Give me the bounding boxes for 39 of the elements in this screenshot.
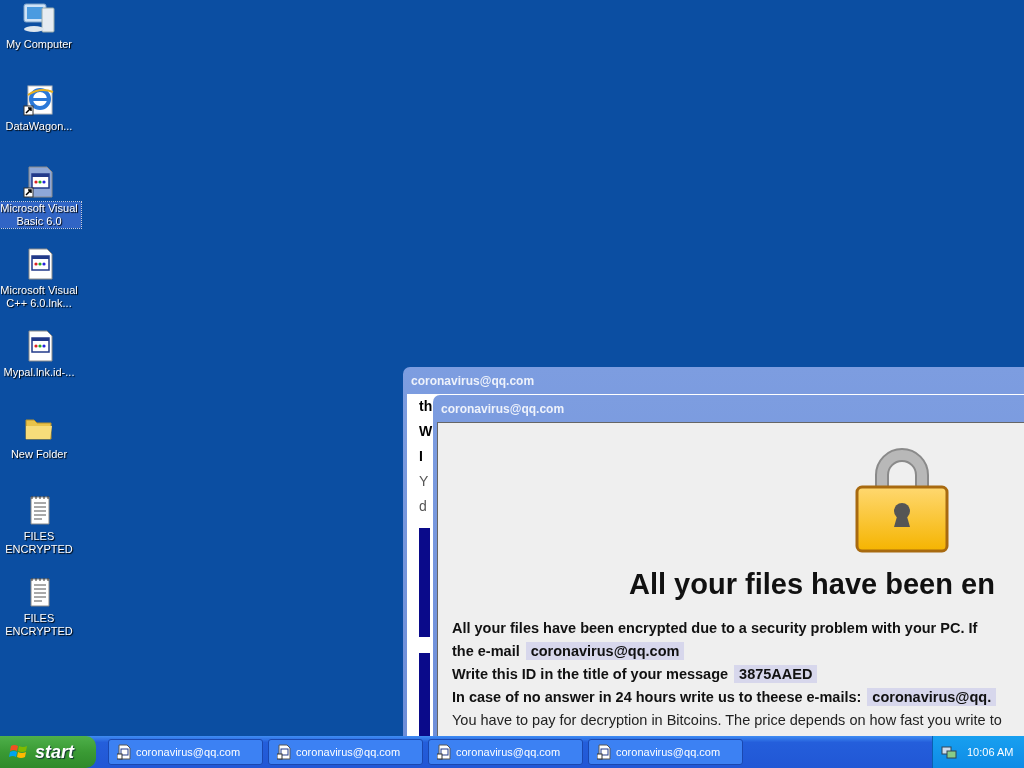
desktop-icon-label[interactable]: Mypal.lnk.id-... <box>0 366 81 379</box>
desktop-icon-label[interactable]: Microsoft Visual C++ 6.0.lnk... <box>0 284 81 310</box>
note-text: th <box>419 397 433 416</box>
ransom-message: In case of no answer in 24 hours write us to theese e-mails: <box>452 689 862 705</box>
ransom-heading: All your files have been en <box>629 568 995 601</box>
windows-flag-icon <box>9 743 29 761</box>
desktop-icon-label[interactable]: My Computer <box>0 38 81 51</box>
ransom-message: All your files have been encrypted due to a security problem with your PC. If <box>452 620 978 636</box>
taskbar-button[interactable]: coronavirus@qq.com <box>588 739 743 765</box>
highlighted-value: coronavirus@qq.com <box>525 642 685 660</box>
note-text: W <box>419 422 433 441</box>
note-text: d <box>419 497 427 516</box>
computer-icon[interactable] <box>22 2 56 34</box>
note-text: I <box>419 447 423 466</box>
ransom-message: You have to pay for decryption in Bitcoins. The price depends on how fast you write to <box>452 712 1002 728</box>
taskbar-button[interactable]: coronavirus@qq.com <box>268 739 423 765</box>
ransom-message: Write this ID in the title of your message <box>452 666 729 682</box>
program-icon <box>277 744 291 760</box>
program-icon <box>597 744 611 760</box>
start-button[interactable]: start <box>0 736 96 768</box>
desktop-icon-label[interactable]: Microsoft Visual Basic 6.0 <box>0 202 81 228</box>
ransom-message: the e-mail <box>452 643 520 659</box>
browser-shortcut-icon[interactable] <box>22 84 56 116</box>
network-icon[interactable] <box>941 744 957 760</box>
window-title: coronavirus@qq.com <box>411 373 535 388</box>
highlighted-value: coronavirus@qq. <box>867 688 997 706</box>
program-icon <box>437 744 451 760</box>
taskbar-button[interactable]: coronavirus@qq.com <box>108 739 263 765</box>
taskbar-button[interactable]: coronavirus@qq.com <box>428 739 583 765</box>
window-title: coronavirus@qq.com <box>441 401 565 416</box>
note-text: Y <box>419 472 429 491</box>
highlighted-value: 3875AAED <box>734 665 818 683</box>
clock: 10:06 AM <box>967 746 1014 758</box>
desktop-icon-label[interactable]: DataWagon... <box>0 120 81 133</box>
program-icon <box>117 744 131 760</box>
desktop-icon-label[interactable]: New Folder <box>0 448 81 461</box>
desktop-icon-label[interactable]: FILES ENCRYPTED <box>0 530 81 556</box>
program-shortcut-icon[interactable] <box>22 166 56 198</box>
desktop-icon-label[interactable]: FILES ENCRYPTED <box>0 612 81 638</box>
